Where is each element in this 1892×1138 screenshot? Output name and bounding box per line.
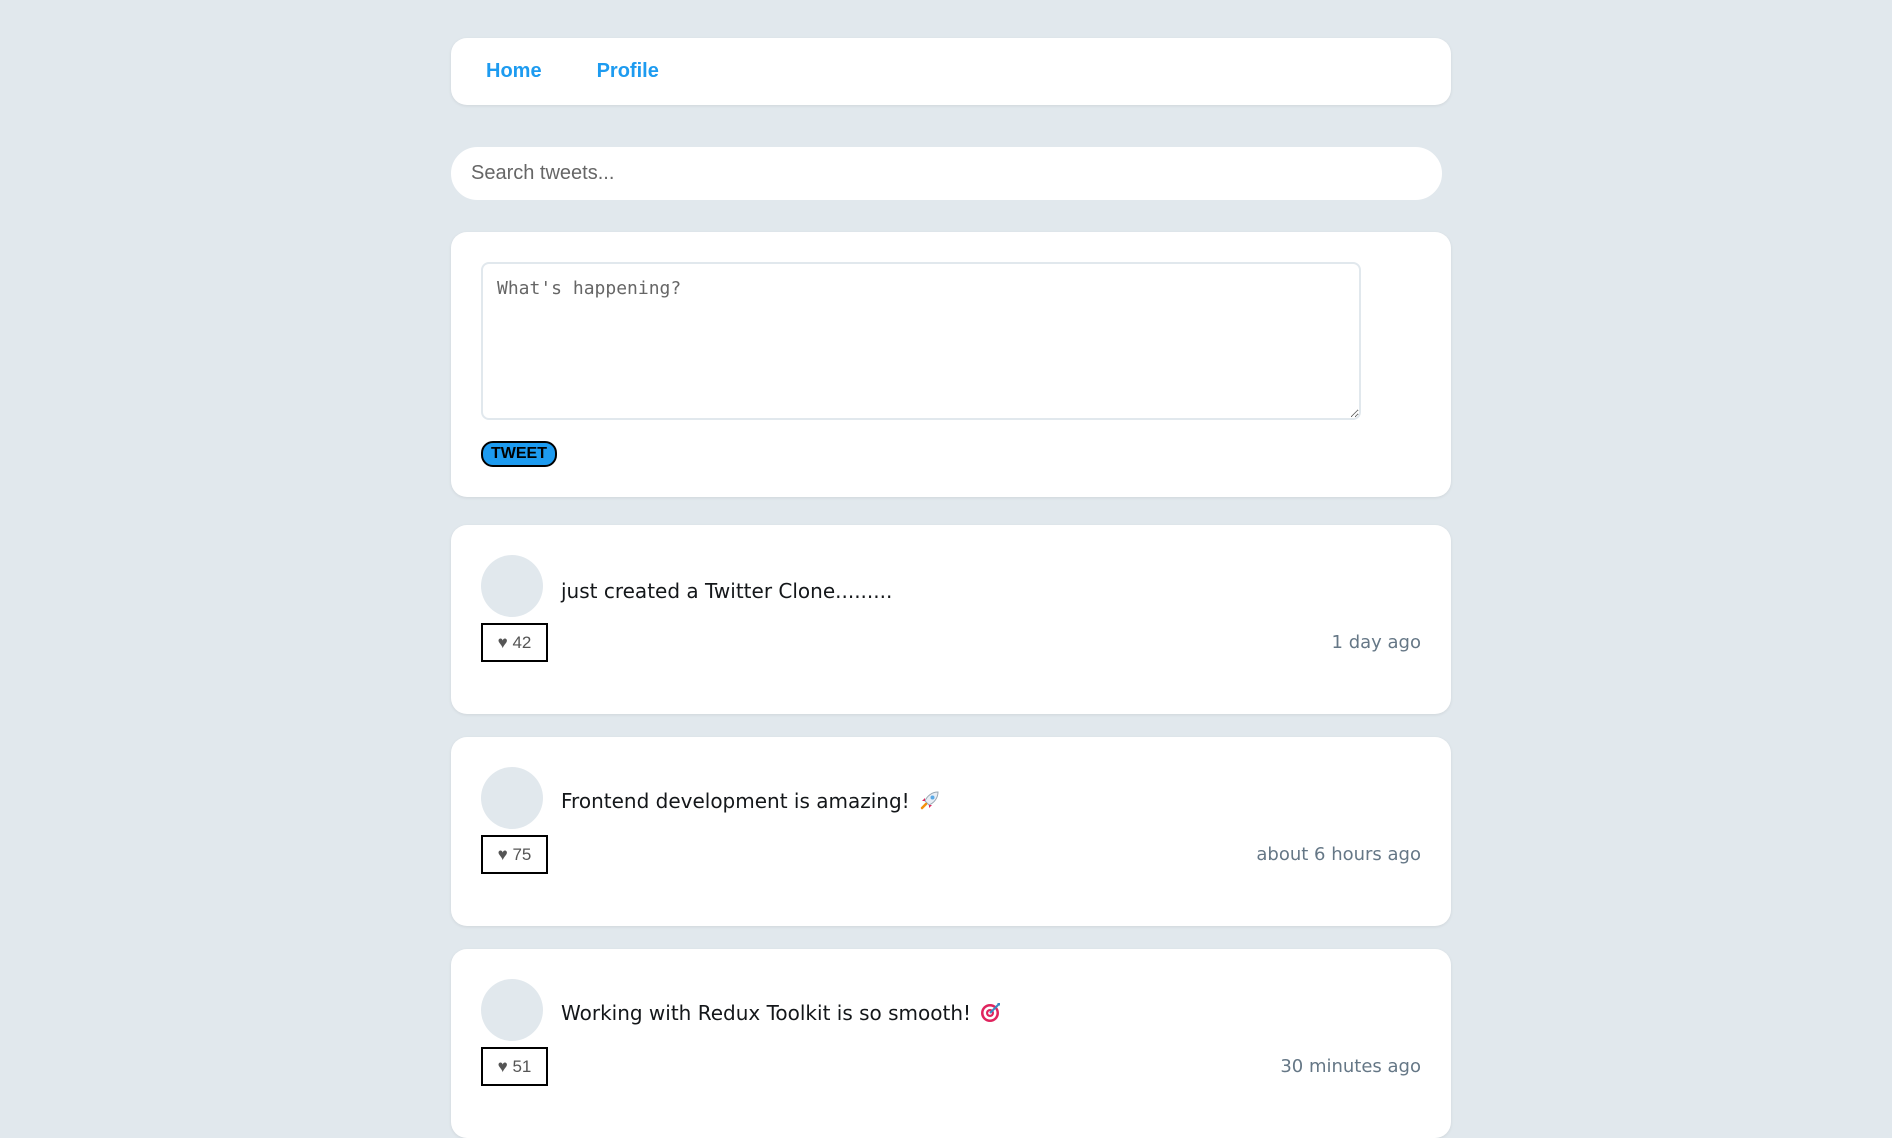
like-button[interactable]: ♥ 42 bbox=[481, 623, 548, 662]
tweet-text: Frontend development is amazing! bbox=[561, 788, 942, 817]
like-button[interactable]: ♥ 51 bbox=[481, 1047, 548, 1086]
tweet-footer: ♥ 75 about 6 hours ago bbox=[481, 835, 1421, 874]
tweet-text: Working with Redux Toolkit is so smooth! bbox=[561, 1000, 1003, 1029]
tweet-timestamp: 1 day ago bbox=[1331, 632, 1421, 653]
tweet-text-content: Working with Redux Toolkit is so smooth! bbox=[561, 1001, 972, 1025]
tweet-header: just created a Twitter Clone......... bbox=[481, 555, 1421, 617]
nav-profile-link[interactable]: Profile bbox=[597, 60, 659, 83]
tweet-footer: ♥ 51 30 minutes ago bbox=[481, 1047, 1421, 1086]
avatar bbox=[481, 767, 543, 829]
rocket-icon bbox=[918, 788, 942, 817]
tweet-footer: ♥ 42 1 day ago bbox=[481, 623, 1421, 662]
tweet-timestamp: 30 minutes ago bbox=[1280, 1056, 1421, 1077]
tweet-header: Working with Redux Toolkit is so smooth! bbox=[481, 979, 1421, 1041]
search-input[interactable] bbox=[451, 147, 1442, 200]
tweet-button[interactable]: TWEET bbox=[481, 441, 557, 467]
tweet-card: Frontend development is amazing! ♥ 75 ab… bbox=[451, 737, 1451, 926]
nav-home-link[interactable]: Home bbox=[486, 60, 542, 83]
tweet-text: just created a Twitter Clone......... bbox=[561, 578, 893, 603]
tweet-timestamp: about 6 hours ago bbox=[1256, 844, 1421, 865]
tweet-card: just created a Twitter Clone......... ♥ … bbox=[451, 525, 1451, 714]
tweet-textarea[interactable] bbox=[481, 262, 1361, 420]
tweet-header: Frontend development is amazing! bbox=[481, 767, 1421, 829]
top-nav: Home Profile bbox=[451, 38, 1451, 105]
avatar bbox=[481, 979, 543, 1041]
target-icon bbox=[979, 1000, 1003, 1029]
app-container: Home Profile TWEET just created a Twitte… bbox=[451, 38, 1451, 1138]
tweet-card: Working with Redux Toolkit is so smooth!… bbox=[451, 949, 1451, 1138]
avatar bbox=[481, 555, 543, 617]
tweet-text-content: Frontend development is amazing! bbox=[561, 789, 910, 813]
tweet-composer: TWEET bbox=[451, 232, 1451, 497]
like-button[interactable]: ♥ 75 bbox=[481, 835, 548, 874]
